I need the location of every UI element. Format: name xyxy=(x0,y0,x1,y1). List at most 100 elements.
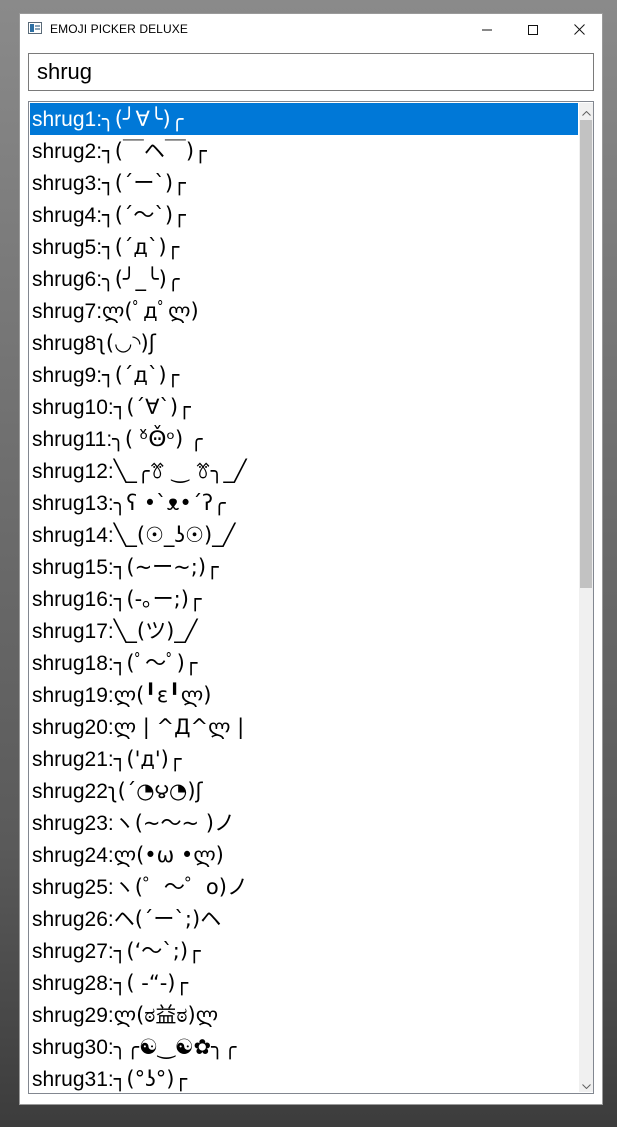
emoji-name: shrug7: xyxy=(32,300,103,323)
minimize-button[interactable] xyxy=(464,14,510,45)
list-item[interactable]: shrug15:┐(~ー~;)┌ xyxy=(30,551,578,583)
list-item[interactable]: shrug24:ლ(•ω •ლ) xyxy=(30,839,578,871)
list-item[interactable]: shrug17:╲_(ツ)_╱ xyxy=(30,615,578,647)
emoji-text: ʅ(◡◝)ʃ xyxy=(96,331,156,355)
emoji-name: shrug29: xyxy=(32,1004,114,1027)
emoji-name: shrug13: xyxy=(32,492,114,515)
list-item[interactable]: shrug26:ヘ(´ー`;)ヘ xyxy=(30,903,578,935)
emoji-text: ╮(╯∀╰)╭ xyxy=(102,107,184,131)
emoji-text: ლ(╹ε╹ლ) xyxy=(113,683,212,707)
list-item[interactable]: shrug2:┐(￣ヘ￣)┌ xyxy=(30,135,578,167)
list-item[interactable]: shrug5:┐(´д`)┌ xyxy=(30,231,578,263)
emoji-name: shrug17: xyxy=(32,620,114,643)
list-item[interactable]: shrug31:┐(°ʖ°)┌ xyxy=(30,1063,578,1093)
emoji-text: ლ(ﾟдﾟლ) xyxy=(102,299,199,323)
app-window-icon xyxy=(28,22,42,34)
emoji-text: ┐( -“-)┌ xyxy=(113,971,189,995)
list-item[interactable]: shrug10:┐(´∀`)┌ xyxy=(30,391,578,423)
emoji-text: ╮(╯_╰)╭ xyxy=(102,267,180,291)
list-item[interactable]: shrug6:╮(╯_╰)╭ xyxy=(30,263,578,295)
emoji-text: ┐(￣ヘ￣)┌ xyxy=(102,139,207,163)
search-input[interactable] xyxy=(28,53,594,91)
list-item[interactable]: shrug7:ლ(ﾟдﾟლ) xyxy=(30,295,578,327)
list-item[interactable]: shrug22ʅ(´◔౪◔)ʃ xyxy=(30,775,578,807)
emoji-text: ┐(´～`)┌ xyxy=(102,203,186,227)
emoji-name: shrug16: xyxy=(32,588,114,611)
list-item[interactable]: shrug18:┐(ﾟ～ﾟ)┌ xyxy=(30,647,578,679)
emoji-name: shrug30: xyxy=(32,1036,114,1059)
emoji-name: shrug25: xyxy=(32,876,114,899)
list-item[interactable]: shrug16:┐(-｡ー;)┌ xyxy=(30,583,578,615)
emoji-text: ლ(ಠ益ಠ)ლ xyxy=(113,1003,219,1027)
maximize-button[interactable] xyxy=(510,14,556,45)
emoji-text: ╲_╭ꔢ ‿ ꔢ╮_╱ xyxy=(113,459,247,483)
close-button[interactable] xyxy=(556,14,602,45)
title-bar[interactable]: EMOJI PICKER DELUXE xyxy=(20,14,602,45)
emoji-name: shrug18: xyxy=(32,652,114,675)
list-item[interactable]: shrug12:╲_╭ꔢ ‿ ꔢ╮_╱ xyxy=(30,455,578,487)
emoji-name: shrug3: xyxy=(32,172,103,195)
emoji-text: ╲_(☉_ʖ☉)_╱ xyxy=(113,523,236,547)
emoji-text: ლ(•ω •ლ) xyxy=(113,843,224,867)
results-list: shrug1:╮(╯∀╰)╭ shrug2:┐(￣ヘ￣)┌ shrug3:┐(´ー`… xyxy=(30,103,578,1093)
list-item[interactable]: shrug20:ლ | ^Д^ლ | xyxy=(30,711,578,743)
list-item[interactable]: shrug3:┐(´ー`)┌ xyxy=(30,167,578,199)
emoji-name: shrug19: xyxy=(32,684,114,707)
emoji-name: shrug5: xyxy=(32,236,103,259)
emoji-name: shrug24: xyxy=(32,844,114,867)
list-item[interactable]: shrug11:╮( ᵒ̌Ꙫ̌ᵒ) ╭ xyxy=(30,423,578,455)
maximize-icon xyxy=(528,24,538,35)
emoji-name: shrug15: xyxy=(32,556,114,579)
emoji-text: ┐(´∀`)┌ xyxy=(113,395,191,419)
list-item[interactable]: shrug28:┐( -“-)┌ xyxy=(30,967,578,999)
emoji-name: shrug31: xyxy=(32,1068,114,1091)
emoji-text: ╮ʕ •`ᴥ•´ʔ╭ xyxy=(113,491,226,515)
list-item[interactable]: shrug13:╮ʕ •`ᴥ•´ʔ╭ xyxy=(30,487,578,519)
list-item[interactable]: shrug1:╮(╯∀╰)╭ xyxy=(30,103,578,135)
emoji-name: shrug26: xyxy=(32,908,114,931)
emoji-name: shrug27: xyxy=(32,940,114,963)
emoji-text: ヘ(´ー`;)ヘ xyxy=(113,907,222,931)
list-item[interactable]: shrug8ʅ(◡◝)ʃ xyxy=(30,327,578,359)
close-icon xyxy=(573,24,585,36)
emoji-text: ┐('д')┌ xyxy=(113,747,182,771)
results-listbox[interactable]: shrug1:╮(╯∀╰)╭ shrug2:┐(￣ヘ￣)┌ shrug3:┐(´ー`… xyxy=(28,101,594,1094)
emoji-name: shrug23: xyxy=(32,812,114,835)
emoji-text: ┐(~ー~;)┌ xyxy=(113,555,219,579)
list-item[interactable]: shrug23:ヽ(~～~ )ノ xyxy=(30,807,578,839)
list-item[interactable]: shrug21:┐('д')┌ xyxy=(30,743,578,775)
emoji-text: ┐(´д`)┌ xyxy=(102,235,180,259)
list-item[interactable]: shrug29:ლ(ಠ益ಠ)ლ xyxy=(30,999,578,1031)
emoji-text: ヽ(~～~ )ノ xyxy=(113,811,235,835)
scroll-up-button[interactable] xyxy=(579,103,593,119)
emoji-text: ┐(-｡ー;)┌ xyxy=(113,587,202,611)
emoji-name: shrug12: xyxy=(32,460,114,483)
emoji-name: shrug9: xyxy=(32,364,103,387)
list-item[interactable]: shrug30:╮╭☯‿☯✿╮╭ xyxy=(30,1031,578,1063)
emoji-text: ლ | ^Д^ლ | xyxy=(113,715,245,739)
list-item[interactable]: shrug4:┐(´～`)┌ xyxy=(30,199,578,231)
emoji-name: shrug1: xyxy=(32,108,103,131)
emoji-text: ヽ(゜～゜o)ノ xyxy=(113,875,248,899)
scroll-down-arrow-icon xyxy=(581,1084,591,1090)
emoji-text: ╮╭☯‿☯✿╮╭ xyxy=(113,1035,237,1059)
emoji-text: ┐(‘～`;)┌ xyxy=(113,939,201,963)
list-item[interactable]: shrug9:┐(´д`)┌ xyxy=(30,359,578,391)
emoji-name: shrug22 xyxy=(32,780,108,803)
emoji-name: shrug8 xyxy=(32,332,97,355)
scroll-thumb[interactable] xyxy=(580,120,592,588)
emoji-name: shrug21: xyxy=(32,748,114,771)
list-item[interactable]: shrug19:ლ(╹ε╹ლ) xyxy=(30,679,578,711)
emoji-name: shrug4: xyxy=(32,204,103,227)
list-item[interactable]: shrug25:ヽ(゜～゜o)ノ xyxy=(30,871,578,903)
emoji-name: shrug10: xyxy=(32,396,114,419)
emoji-name: shrug6: xyxy=(32,268,103,291)
scroll-down-button[interactable] xyxy=(579,1076,593,1092)
emoji-text: ╮( ᵒ̌Ꙫ̌ᵒ) ╭ xyxy=(112,427,203,451)
emoji-name: shrug2: xyxy=(32,140,103,163)
list-item[interactable]: shrug27:┐(‘～`;)┌ xyxy=(30,935,578,967)
vertical-scrollbar[interactable] xyxy=(579,103,593,1092)
emoji-text: ┐(´ー`)┌ xyxy=(102,171,186,195)
emoji-name: shrug20: xyxy=(32,716,114,739)
list-item[interactable]: shrug14:╲_(☉_ʖ☉)_╱ xyxy=(30,519,578,551)
